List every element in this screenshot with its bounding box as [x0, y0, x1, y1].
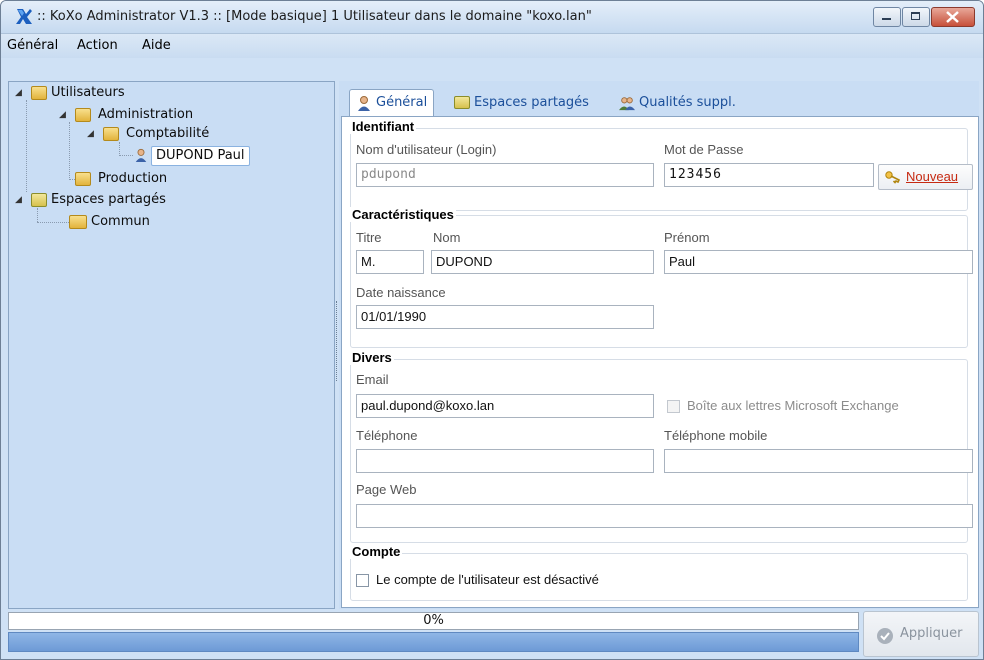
- menu-aide[interactable]: Aide: [142, 38, 171, 53]
- window-title: :: KoXo Administrator V1.3 :: [Mode basi…: [37, 9, 592, 24]
- web-field[interactable]: [356, 504, 973, 528]
- new-password-button[interactable]: Nouveau: [878, 164, 973, 190]
- apply-button[interactable]: Appliquer: [863, 611, 979, 657]
- key-icon: [885, 171, 901, 184]
- minimize-icon[interactable]: [873, 7, 901, 27]
- menu-general[interactable]: Général: [7, 38, 58, 53]
- prenom-field[interactable]: Paul: [664, 250, 973, 274]
- login-label: Nom d'utilisateur (Login): [356, 142, 497, 157]
- tree-item-utilisateurs[interactable]: Utilisateurs: [51, 84, 125, 102]
- collapse-arrow-icon[interactable]: ◢: [15, 191, 25, 209]
- main-window: :: KoXo Administrator V1.3 :: [Mode basi…: [0, 0, 984, 660]
- progress-text: 0%: [423, 613, 444, 628]
- legend-caracteristiques: Caractéristiques: [350, 207, 456, 222]
- legend-identifiant: Identifiant: [350, 119, 417, 134]
- tab-qualites-label: Qualités suppl.: [639, 95, 736, 110]
- login-field[interactable]: pdupond: [356, 163, 654, 187]
- tree-item-espaces-partages[interactable]: Espaces partagés: [51, 191, 166, 209]
- tab-espaces-partages[interactable]: Espaces partagés: [454, 90, 589, 116]
- exchange-label: Boîte aux lettres Microsoft Exchange: [687, 398, 899, 413]
- tab-general-label: Général: [376, 95, 428, 110]
- mobile-label: Téléphone mobile: [664, 428, 768, 443]
- collapse-arrow-icon[interactable]: ◢: [59, 106, 69, 124]
- status-bar: [8, 632, 859, 652]
- password-field[interactable]: 123456: [664, 163, 874, 187]
- user-icon: [135, 148, 147, 162]
- telephone-field[interactable]: [356, 449, 654, 473]
- users-icon: [619, 96, 635, 110]
- apply-check-icon: [877, 628, 893, 644]
- account-disabled-checkbox[interactable]: [356, 574, 369, 587]
- folder-icon: [103, 127, 119, 141]
- close-icon[interactable]: [931, 7, 975, 27]
- folder-icon: [75, 108, 91, 122]
- naissance-field[interactable]: 01/01/1990: [356, 305, 654, 329]
- menu-action[interactable]: Action: [77, 38, 118, 53]
- password-label: Mot de Passe: [664, 142, 744, 157]
- web-label: Page Web: [356, 482, 417, 497]
- prenom-label: Prénom: [664, 230, 710, 245]
- menu-bar: Général Action Aide: [1, 34, 983, 58]
- user-icon: [358, 95, 370, 111]
- users-folder-icon: [31, 86, 47, 100]
- email-label: Email: [356, 372, 389, 387]
- tree-item-comptabilite[interactable]: Comptabilité: [126, 125, 209, 143]
- naissance-label: Date naissance: [356, 285, 446, 300]
- maximize-icon[interactable]: [902, 7, 930, 27]
- title-bar[interactable]: :: KoXo Administrator V1.3 :: [Mode basi…: [1, 1, 983, 34]
- collapse-arrow-icon[interactable]: ◢: [87, 125, 97, 143]
- progress-bar: 0%: [8, 612, 859, 630]
- nom-label: Nom: [433, 230, 461, 245]
- koxo-logo-icon: [16, 9, 32, 24]
- legend-compte: Compte: [350, 544, 403, 559]
- legend-divers: Divers: [350, 350, 394, 365]
- folder-icon: [75, 172, 91, 186]
- tree-item-administration[interactable]: Administration: [98, 106, 193, 124]
- tree-item-production[interactable]: Production: [98, 170, 167, 188]
- open-folder-icon: [69, 215, 87, 229]
- tab-content-general: Identifiant Nom d'utilisateur (Login) pd…: [341, 116, 979, 608]
- email-field[interactable]: paul.dupond@koxo.lan: [356, 394, 654, 418]
- account-disabled-label: Le compte de l'utilisateur est désactivé: [376, 572, 599, 587]
- tree-item-commun[interactable]: Commun: [91, 213, 150, 231]
- tab-espaces-label: Espaces partagés: [474, 95, 589, 110]
- exchange-checkbox[interactable]: [667, 400, 680, 413]
- mobile-field[interactable]: [664, 449, 973, 473]
- apply-label: Appliquer: [900, 626, 963, 641]
- tab-general[interactable]: Général: [349, 89, 435, 118]
- tab-qualites[interactable]: Qualités suppl.: [619, 90, 736, 116]
- titre-field[interactable]: M.: [356, 250, 424, 274]
- tree-panel: ◢ Utilisateurs ◢ Administration ◢ Compta…: [8, 81, 335, 609]
- shared-folder-icon: [31, 193, 47, 207]
- nom-field[interactable]: DUPOND: [431, 250, 654, 274]
- titre-label: Titre: [356, 230, 382, 245]
- collapse-arrow-icon[interactable]: ◢: [15, 84, 25, 102]
- shared-folder-icon: [454, 96, 470, 109]
- new-password-label: Nouveau: [906, 169, 959, 184]
- telephone-label: Téléphone: [356, 428, 418, 443]
- tree-item-user[interactable]: DUPOND Paul: [151, 146, 250, 166]
